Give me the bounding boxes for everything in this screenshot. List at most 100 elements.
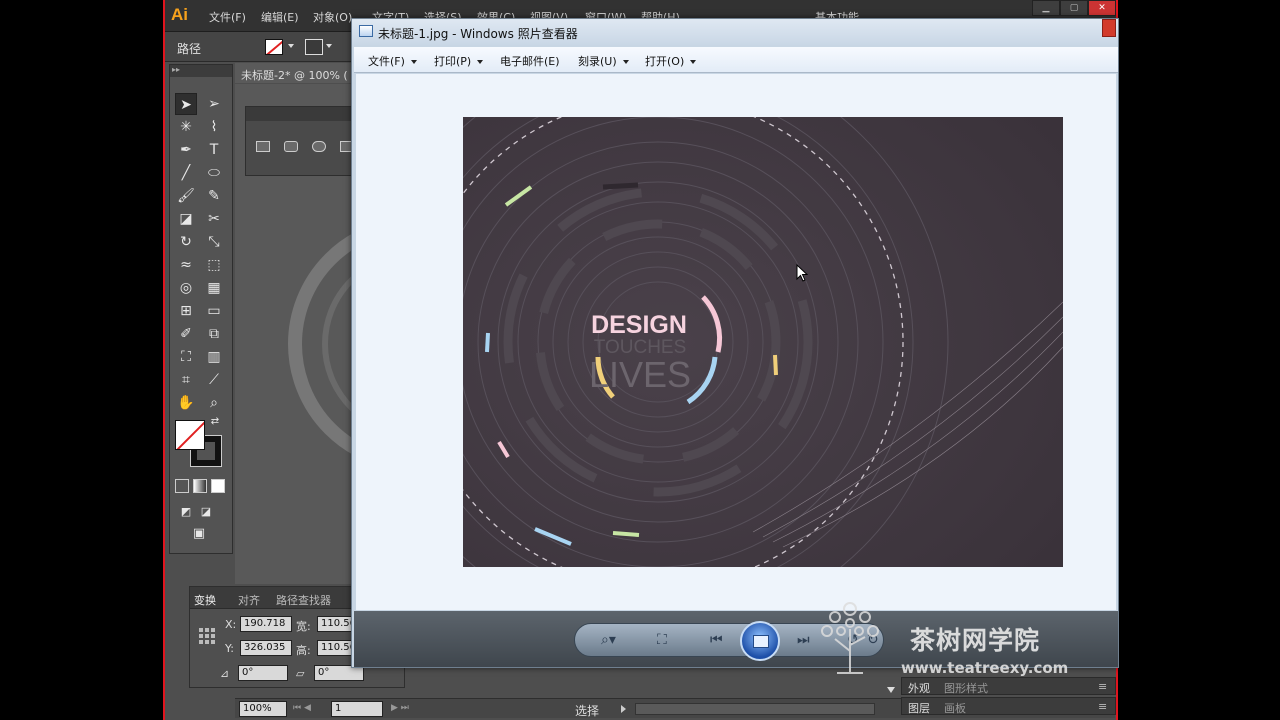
pv-menu-email[interactable]: 电子邮件(E) bbox=[500, 53, 560, 69]
next-icon[interactable]: ⏭ bbox=[797, 632, 810, 648]
fill-color-box[interactable] bbox=[175, 420, 205, 450]
slideshow-button[interactable] bbox=[740, 621, 780, 661]
draw-mode-icon[interactable]: ◩ bbox=[175, 501, 197, 523]
fill-swatch[interactable] bbox=[265, 39, 283, 55]
zoom-tool-icon[interactable]: ⌕ bbox=[203, 392, 225, 414]
status-menu-arrow[interactable] bbox=[621, 705, 626, 713]
ai-menu-file[interactable]: 文件(F) bbox=[209, 9, 246, 25]
color-mode-icon[interactable] bbox=[175, 479, 189, 493]
draw-behind-icon[interactable]: ◪ bbox=[195, 501, 217, 523]
collapse-panel-icon[interactable] bbox=[887, 687, 895, 693]
paintbrush-icon[interactable]: 🖌 bbox=[175, 185, 197, 207]
y-field[interactable]: 326.035 bbox=[240, 640, 292, 656]
lasso-icon[interactable]: ⌇ bbox=[203, 116, 225, 138]
magic-wand-icon[interactable]: ✳ bbox=[175, 116, 197, 138]
none-mode-icon[interactable] bbox=[211, 479, 225, 493]
pv-menu-file-label: 文件(F) bbox=[368, 55, 405, 68]
document-tab[interactable]: 未标题-2* @ 100% ( bbox=[235, 63, 355, 83]
screen: Ai 文件(F) 编辑(E) 对象(O) 文字(T) 选择(S) 效果(C) 视… bbox=[0, 0, 1280, 720]
slice-tool-icon[interactable]: ⟋ bbox=[203, 369, 225, 391]
panel-menu-icon[interactable]: ≡ bbox=[1098, 680, 1107, 693]
minimize-button[interactable]: ▁ bbox=[1032, 0, 1060, 16]
pen-tool-icon[interactable]: ✒ bbox=[175, 139, 197, 161]
pv-menu-burn[interactable]: 刻录(U) bbox=[578, 53, 629, 69]
photo-viewer-title: 未标题-1.jpg - Windows 照片查看器 bbox=[378, 27, 578, 41]
panel-menu-icon[interactable]: ≡ bbox=[1098, 700, 1107, 713]
pv-menu-file[interactable]: 文件(F) bbox=[368, 53, 417, 69]
illustrator-logo: Ai bbox=[171, 5, 188, 24]
width-tool-icon[interactable]: ≈ bbox=[175, 254, 197, 276]
tab-transform[interactable]: 变换 bbox=[194, 592, 216, 608]
gradient-icon[interactable]: ▭ bbox=[203, 300, 225, 322]
zoom-level-field[interactable]: 100% bbox=[239, 701, 287, 717]
tab-layers[interactable]: 图层 bbox=[908, 700, 930, 716]
shape-builder-icon[interactable]: ◎ bbox=[175, 277, 197, 299]
type-tool-icon[interactable]: T bbox=[203, 139, 225, 161]
eyedropper-icon[interactable]: ✐ bbox=[175, 323, 197, 345]
tools-panel-header[interactable]: ▸▸ bbox=[170, 65, 232, 77]
free-transform-icon[interactable]: ⬚ bbox=[203, 254, 225, 276]
artboard-tool-icon[interactable]: ⌗ bbox=[175, 369, 197, 391]
chevron-down-icon[interactable] bbox=[326, 44, 332, 48]
ai-menu-edit[interactable]: 编辑(E) bbox=[261, 9, 299, 25]
pv-menu-print[interactable]: 打印(P) bbox=[434, 53, 484, 69]
tab-pathfinder[interactable]: 路径查找器 bbox=[276, 592, 331, 608]
artboard-nav-arrows-next[interactable]: ▶ ⏭ bbox=[391, 703, 409, 713]
hand-tool-icon[interactable]: ✋ bbox=[175, 392, 197, 414]
rounded-rectangle-tool-icon[interactable] bbox=[284, 141, 298, 152]
reference-point-selector[interactable] bbox=[198, 627, 216, 645]
blend-icon[interactable]: ⧉ bbox=[203, 323, 225, 345]
selection-tool-icon[interactable]: ➤ bbox=[175, 93, 197, 115]
maximize-button[interactable]: ▢ bbox=[1060, 0, 1088, 16]
chevron-down-icon[interactable] bbox=[288, 44, 294, 48]
artboard-nav-arrows[interactable]: ⏮ ◀ bbox=[293, 703, 311, 713]
artboard-number-field[interactable]: 1 bbox=[331, 701, 383, 717]
photo-viewer-close-button[interactable] bbox=[1102, 19, 1116, 37]
gradient-mode-icon[interactable] bbox=[193, 479, 207, 493]
height-label: 高: bbox=[296, 644, 311, 657]
ellipse-tool-icon[interactable] bbox=[312, 141, 326, 152]
tab-appearance[interactable]: 外观 bbox=[908, 680, 930, 696]
tab-artboards[interactable]: 画板 bbox=[944, 700, 966, 716]
tab-graphic-styles[interactable]: 图形样式 bbox=[944, 680, 988, 696]
photo-viewer-window: 未标题-1.jpg - Windows 照片查看器 文件(F) 打印(P) 电子… bbox=[351, 18, 1119, 668]
pencil-icon[interactable]: ✎ bbox=[203, 185, 225, 207]
swap-colors-icon[interactable]: ⇄ bbox=[208, 415, 222, 429]
chevron-down-icon bbox=[410, 60, 417, 64]
symbol-sprayer-icon[interactable]: ⛶ bbox=[175, 346, 197, 368]
ai-window-controls: ▁ ▢ ✕ bbox=[1032, 0, 1116, 18]
line-tool-icon[interactable]: ╱ bbox=[175, 162, 197, 184]
photo-viewport[interactable]: DESIGN TOUCHES LIVES bbox=[356, 74, 1116, 610]
pv-menu-open[interactable]: 打开(O) bbox=[645, 53, 697, 69]
stroke-swatch[interactable] bbox=[305, 39, 323, 55]
scissors-icon[interactable]: ✂ bbox=[203, 208, 225, 230]
mesh-icon[interactable]: ⊞ bbox=[175, 300, 197, 322]
rotate-angle-field[interactable]: 0° bbox=[238, 665, 288, 681]
photo-viewer-titlebar[interactable]: 未标题-1.jpg - Windows 照片查看器 bbox=[352, 19, 1118, 45]
tab-align[interactable]: 对齐 bbox=[238, 592, 260, 608]
actual-size-icon[interactable]: ⛶ bbox=[657, 632, 667, 648]
ai-menu-object[interactable]: 对象(O) bbox=[313, 9, 352, 25]
horizontal-scrollbar[interactable] bbox=[635, 703, 875, 715]
close-button[interactable]: ✕ bbox=[1088, 0, 1116, 16]
flyout-header[interactable] bbox=[246, 107, 354, 121]
zoom-icon[interactable]: ⌕▾ bbox=[601, 632, 616, 648]
height-field[interactable]: 110.56 bbox=[317, 640, 355, 656]
watermark-url: www.teatreexy.com bbox=[901, 659, 1069, 677]
scale-icon[interactable]: ⤡ bbox=[203, 231, 225, 253]
graph-tool-icon[interactable]: ▥ bbox=[203, 346, 225, 368]
displayed-image: DESIGN TOUCHES LIVES bbox=[463, 117, 1063, 567]
perspective-grid-icon[interactable]: ▦ bbox=[203, 277, 225, 299]
rectangle-tool-icon[interactable] bbox=[256, 141, 270, 152]
rotate-icon[interactable]: ↻ bbox=[175, 231, 197, 253]
screen-mode-icon[interactable]: ▣ bbox=[188, 523, 210, 545]
watermark: 茶树网学院 www.teatreexy.com bbox=[815, 595, 1069, 680]
current-tool-label[interactable]: 选择 bbox=[575, 702, 599, 719]
width-field[interactable]: 110.56 bbox=[317, 616, 355, 632]
x-field[interactable]: 190.718 bbox=[240, 616, 292, 632]
previous-icon[interactable]: ⏮ bbox=[710, 632, 723, 648]
ellipse-tool-icon[interactable]: ⬭ bbox=[203, 162, 225, 184]
chevron-down-icon bbox=[690, 60, 697, 64]
eraser-icon[interactable]: ◪ bbox=[175, 208, 197, 230]
direct-selection-tool-icon[interactable]: ➢ bbox=[203, 93, 225, 115]
